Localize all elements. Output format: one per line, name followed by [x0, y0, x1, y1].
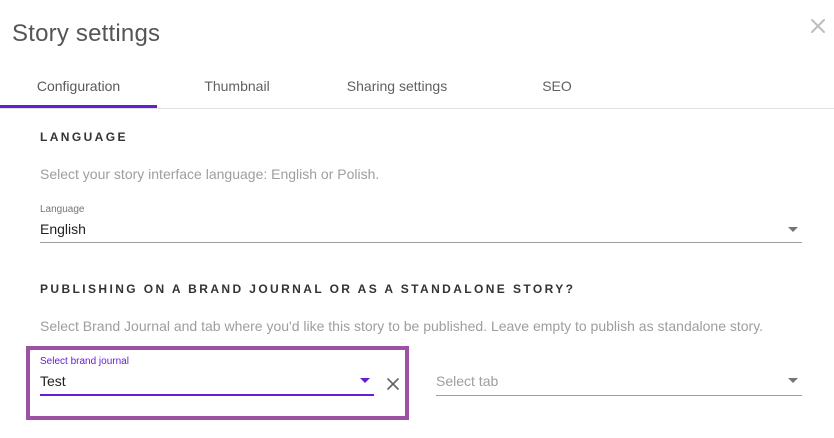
tab-label: SEO [542, 78, 572, 94]
clear-brand-journal-button[interactable] [385, 376, 401, 392]
publishing-heading: PUBLISHING ON A BRAND JOURNAL OR AS A ST… [40, 282, 576, 296]
brand-journal-select[interactable]: Select brand journal Test [40, 352, 374, 396]
settings-tabs: Configuration Thumbnail Sharing settings… [0, 64, 834, 109]
tab-label: Configuration [36, 78, 121, 94]
tab-label: Thumbnail [204, 78, 270, 94]
dropdown-arrow-icon [788, 378, 798, 383]
language-label: Language [40, 204, 85, 215]
tab-select-placeholder: Select tab [436, 373, 499, 389]
close-dialog-button[interactable] [806, 14, 830, 38]
tab-select[interactable]: Select tab [436, 352, 802, 396]
language-description: Select your story interface language: En… [40, 166, 380, 182]
dropdown-arrow-icon [360, 378, 370, 383]
tab-thumbnail[interactable]: Thumbnail [157, 64, 317, 108]
tab-configuration[interactable]: Configuration [0, 64, 157, 108]
tab-label: Sharing settings [346, 78, 448, 94]
language-heading: LANGUAGE [40, 130, 128, 144]
language-select[interactable]: Language English [40, 199, 802, 243]
tab-seo[interactable]: SEO [477, 64, 637, 108]
active-tab-indicator [0, 105, 157, 108]
close-icon [811, 19, 825, 33]
dropdown-arrow-icon [788, 227, 798, 232]
clear-icon [387, 378, 399, 390]
tab-sharing-settings[interactable]: Sharing settings [317, 64, 477, 108]
brand-journal-label: Select brand journal [40, 356, 129, 367]
publishing-description: Select Brand Journal and tab where you'd… [40, 318, 764, 334]
dialog-title: Story settings [12, 20, 161, 47]
brand-journal-value: Test [40, 373, 66, 389]
language-value: English [40, 221, 86, 237]
